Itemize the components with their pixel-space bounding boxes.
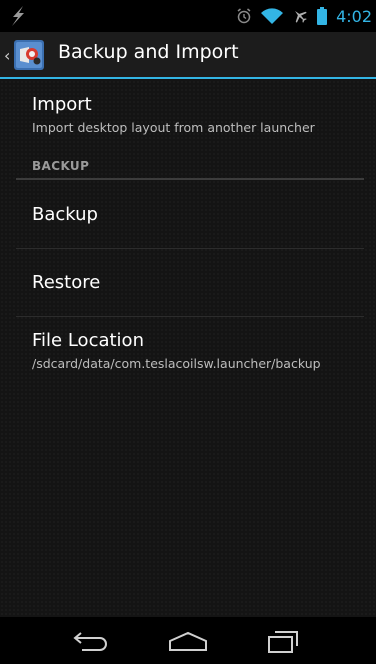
file-location-summary: /sdcard/data/com.teslacoilsw.launcher/ba… [32, 356, 321, 371]
action-bar-title: Backup and Import [58, 41, 239, 63]
backup-preference[interactable]: Backup [0, 182, 376, 248]
screen: 4:02 ‹ Backup and Import Import Import d… [0, 0, 376, 664]
navigation-bar [0, 617, 376, 664]
airplane-icon [295, 11, 307, 23]
charging-bolt-icon [12, 6, 24, 26]
status-bar: 4:02 [0, 0, 376, 32]
clock-time: 4:02 [336, 6, 372, 26]
back-icon [73, 631, 107, 651]
home-button[interactable] [143, 617, 233, 664]
alarm-icon [237, 8, 251, 24]
chevron-left-icon: ‹ [4, 45, 11, 65]
restore-preference[interactable]: Restore [0, 249, 376, 315]
backup-title: Backup [32, 204, 98, 225]
back-button[interactable] [47, 617, 137, 664]
recents-icon [268, 630, 298, 653]
home-icon [169, 631, 207, 651]
app-icon [14, 40, 45, 70]
backup-category-header: BACKUP [32, 159, 90, 173]
battery-icon [317, 7, 328, 25]
category-divider [16, 178, 364, 180]
import-title: Import [32, 94, 92, 115]
file-location-title: File Location [32, 330, 144, 351]
import-preference[interactable]: Import Import desktop layout from anothe… [0, 86, 376, 146]
file-location-preference[interactable]: File Location /sdcard/data/com.teslacoil… [0, 317, 376, 383]
status-icons: 4:02 [236, 0, 372, 32]
up-navigation-button[interactable]: ‹ [4, 38, 45, 72]
action-bar-accent-line [0, 77, 376, 79]
restore-title: Restore [32, 272, 101, 293]
recents-button[interactable] [238, 617, 328, 664]
wifi-icon [261, 7, 284, 24]
import-summary: Import desktop layout from another launc… [32, 120, 315, 135]
